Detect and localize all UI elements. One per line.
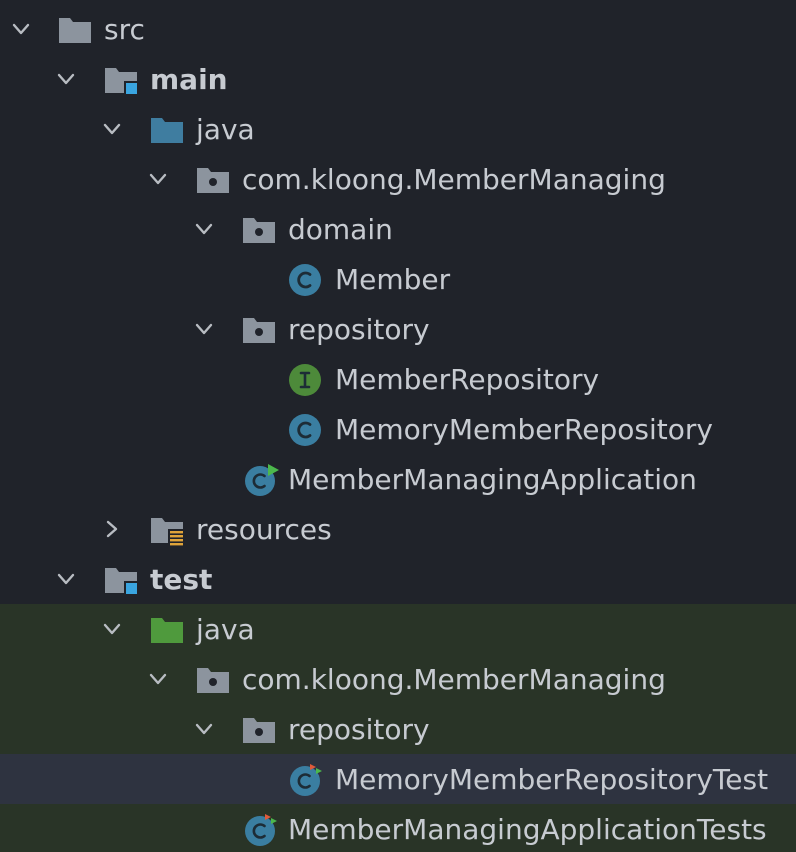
source-root-icon: [148, 113, 186, 147]
chevron-down-icon[interactable]: [195, 320, 213, 338]
test-source-root-icon: [148, 613, 186, 647]
tree-node-memory-member-repository-test[interactable]: MemoryMemberRepositoryTest: [0, 754, 796, 804]
package-icon: [194, 663, 232, 697]
chevron-down-icon[interactable]: [57, 570, 75, 588]
tree-node-domain[interactable]: domain: [0, 204, 796, 254]
tree-node-src[interactable]: src: [0, 4, 796, 54]
module-folder-icon: [102, 63, 140, 97]
node-label: MemberRepository: [335, 363, 600, 396]
module-folder-icon: [102, 563, 140, 597]
node-label: resources: [196, 513, 332, 546]
node-label: MemberManagingApplicationTests: [288, 813, 767, 846]
chevron-right-icon[interactable]: [103, 520, 121, 538]
chevron-down-icon[interactable]: [195, 720, 213, 738]
node-label: java: [196, 613, 255, 646]
resources-folder-icon: [148, 513, 186, 547]
test-class-icon: [287, 763, 325, 797]
tree-node-main-java[interactable]: java: [0, 104, 796, 154]
package-icon: [240, 713, 278, 747]
tree-node-test[interactable]: test: [0, 554, 796, 604]
chevron-down-icon[interactable]: [57, 70, 75, 88]
node-label: domain: [288, 213, 393, 246]
tree-node-memory-member-repository[interactable]: MemoryMemberRepository: [0, 404, 796, 454]
class-icon: [287, 413, 325, 447]
tree-node-member-repository[interactable]: MemberRepository: [0, 354, 796, 404]
package-icon: [194, 163, 232, 197]
node-label: java: [196, 113, 255, 146]
tree-node-repository[interactable]: repository: [0, 304, 796, 354]
tree-node-resources[interactable]: resources: [0, 504, 796, 554]
project-tree: src main java com.kloong.MemberManaging …: [0, 0, 796, 852]
node-label: repository: [288, 313, 430, 346]
node-label: MemoryMemberRepositoryTest: [335, 763, 769, 796]
tree-node-application[interactable]: MemberManagingApplication: [0, 454, 796, 504]
node-label: repository: [288, 713, 430, 746]
package-icon: [240, 213, 278, 247]
spring-application-class-icon: [242, 463, 280, 497]
chevron-down-icon[interactable]: [12, 20, 30, 38]
tree-node-test-repository[interactable]: repository: [0, 704, 796, 754]
tree-node-member[interactable]: Member: [0, 254, 796, 304]
test-class-icon: [242, 813, 280, 847]
node-label: main: [150, 63, 228, 96]
node-label: test: [150, 563, 213, 596]
interface-icon: [287, 363, 325, 397]
node-label: src: [104, 13, 145, 46]
chevron-down-icon[interactable]: [103, 120, 121, 138]
tree-node-main[interactable]: main: [0, 54, 796, 104]
package-icon: [240, 313, 278, 347]
chevron-down-icon[interactable]: [103, 620, 121, 638]
chevron-down-icon[interactable]: [149, 170, 167, 188]
chevron-down-icon[interactable]: [195, 220, 213, 238]
tree-node-main-package[interactable]: com.kloong.MemberManaging: [0, 154, 796, 204]
node-label: com.kloong.MemberManaging: [242, 163, 666, 196]
tree-node-test-java[interactable]: java: [0, 604, 796, 654]
node-label: MemberManagingApplication: [288, 463, 697, 496]
node-label: Member: [335, 263, 451, 296]
node-label: com.kloong.MemberManaging: [242, 663, 666, 696]
tree-node-application-tests[interactable]: MemberManagingApplicationTests: [0, 804, 796, 852]
node-label: MemoryMemberRepository: [335, 413, 713, 446]
class-icon: [287, 263, 325, 297]
folder-icon: [56, 13, 94, 47]
tree-node-test-package[interactable]: com.kloong.MemberManaging: [0, 654, 796, 704]
chevron-down-icon[interactable]: [149, 670, 167, 688]
